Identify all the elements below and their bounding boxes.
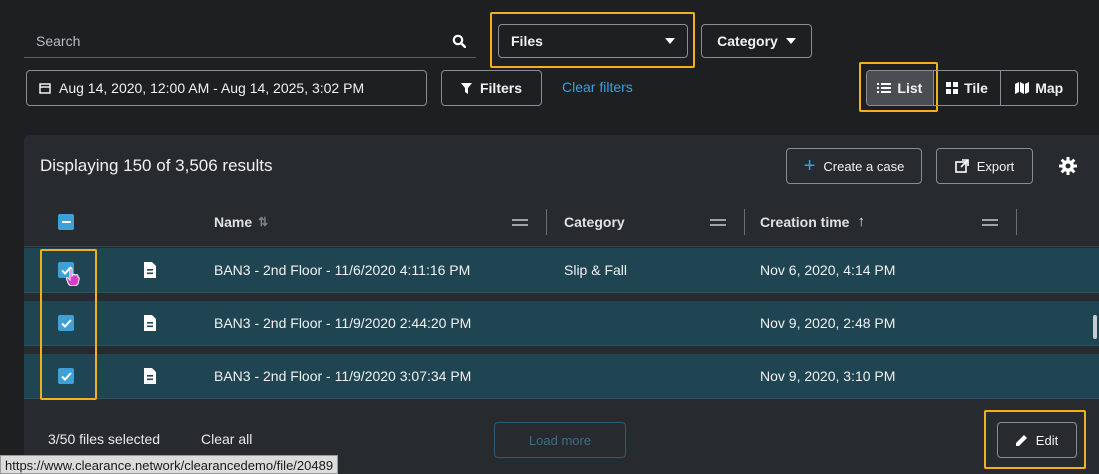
column-creation-time-label: Creation time — [760, 213, 850, 230]
edit-label: Edit — [1035, 432, 1059, 448]
pencil-icon — [1015, 434, 1028, 446]
tile-icon — [946, 82, 959, 94]
category-select[interactable]: Category — [701, 24, 812, 58]
column-divider — [744, 209, 745, 235]
type-select[interactable]: Files — [498, 24, 688, 58]
search-bar — [24, 24, 476, 58]
column-resize-handle[interactable] — [710, 219, 726, 229]
results-summary: Displaying 150 of 3,506 results — [40, 156, 273, 175]
load-more-label: Load more — [528, 432, 592, 448]
calendar-icon — [39, 82, 51, 94]
clear-filters-link[interactable]: Clear filters — [562, 79, 633, 95]
column-divider — [546, 209, 547, 235]
search-input[interactable] — [34, 31, 418, 50]
select-all-checkbox[interactable] — [58, 214, 74, 230]
category-select-label: Category — [717, 33, 778, 49]
list-view-button[interactable]: List — [867, 71, 933, 105]
export-button[interactable]: Export — [936, 148, 1033, 184]
table-row[interactable]: BAN3 - 2nd Floor - 11/9/2020 3:07:34 PM … — [24, 354, 1099, 399]
load-more-button[interactable]: Load more — [494, 422, 626, 458]
edit-button[interactable]: Edit — [997, 422, 1077, 458]
highlight-row-checkboxes — [40, 249, 97, 400]
row-name: BAN3 - 2nd Floor - 11/9/2020 3:07:34 PM — [214, 368, 472, 384]
filter-icon — [460, 82, 472, 94]
export-label: Export — [976, 158, 1015, 174]
table-row[interactable]: BAN3 - 2nd Floor - 11/9/2020 2:44:20 PM … — [24, 301, 1099, 346]
list-icon — [877, 82, 892, 94]
create-case-label: Create a case — [823, 158, 905, 174]
tile-view-label: Tile — [964, 80, 988, 96]
column-resize-handle[interactable] — [512, 219, 528, 229]
row-name: BAN3 - 2nd Floor - 11/9/2020 2:44:20 PM — [214, 315, 472, 331]
list-view-label: List — [897, 80, 923, 96]
tile-view-button[interactable]: Tile — [934, 71, 1001, 105]
caret-down-icon — [785, 38, 796, 44]
date-range-picker[interactable]: Aug 14, 2020, 12:00 AM - Aug 14, 2025, 3… — [26, 70, 427, 106]
filters-button[interactable]: Filters — [441, 70, 542, 106]
clear-all-link[interactable]: Clear all — [201, 431, 252, 447]
column-divider — [1016, 209, 1017, 235]
document-icon — [144, 368, 156, 384]
document-icon — [144, 262, 156, 278]
map-icon — [1015, 82, 1030, 94]
filters-label: Filters — [479, 80, 522, 96]
row-creation-time: Nov 9, 2020, 3:10 PM — [760, 368, 896, 384]
row-name: BAN3 - 2nd Floor - 11/6/2020 4:11:16 PM — [214, 262, 471, 278]
results-panel: Displaying 150 of 3,506 results + Create… — [24, 135, 1099, 474]
sort-ascending-icon: ↑ — [857, 213, 865, 230]
status-url: https://www.clearance.network/clearanced… — [0, 455, 339, 474]
sort-icon: ⇅ — [258, 214, 269, 229]
search-icon[interactable] — [452, 34, 466, 48]
results-header: Displaying 150 of 3,506 results + Create… — [24, 135, 1099, 197]
plus-icon: + — [803, 155, 816, 177]
column-name[interactable]: Name ⇅ — [214, 197, 268, 246]
row-creation-time: Nov 9, 2020, 2:48 PM — [760, 315, 896, 331]
column-category[interactable]: Category — [564, 197, 625, 246]
table-row[interactable]: BAN3 - 2nd Floor - 11/6/2020 4:11:16 PM … — [24, 248, 1099, 293]
column-name-label: Name — [214, 213, 253, 230]
view-switcher: List Tile Map — [866, 70, 1078, 106]
date-range-label: Aug 14, 2020, 12:00 AM - Aug 14, 2025, 3… — [59, 80, 365, 96]
settings-gear-icon[interactable] — [1059, 157, 1077, 175]
map-view-button[interactable]: Map — [1001, 71, 1077, 105]
external-link-icon — [954, 159, 969, 173]
selected-count: 3/50 files selected — [48, 431, 161, 447]
map-view-label: Map — [1035, 80, 1064, 96]
table-header: Name ⇅ Category Creation time ↑ — [24, 197, 1099, 247]
column-resize-handle[interactable] — [982, 219, 998, 229]
create-case-button[interactable]: + Create a case — [786, 148, 922, 184]
column-creation-time[interactable]: Creation time ↑ — [760, 197, 865, 246]
document-icon — [144, 315, 156, 331]
scrollbar-thumb[interactable] — [1093, 315, 1097, 339]
row-creation-time: Nov 6, 2020, 4:14 PM — [760, 262, 896, 278]
caret-down-icon — [665, 38, 675, 44]
row-category: Slip & Fall — [564, 262, 628, 278]
type-select-value: Files — [511, 33, 543, 49]
